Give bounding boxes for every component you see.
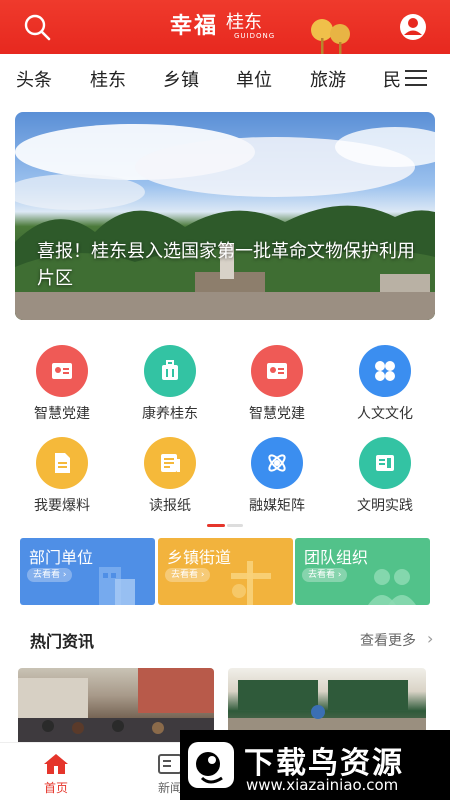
pager-dot-active bbox=[207, 524, 225, 527]
user-profile-icon[interactable] bbox=[398, 12, 428, 42]
card-title: 团队组织 bbox=[304, 548, 369, 567]
grid-label: 智慧党建 bbox=[249, 406, 305, 422]
hero-banner[interactable]: 喜报！桂东县入选国家第一批革命文物保护利用片区 bbox=[15, 112, 435, 320]
grid-item-smart-party-2[interactable]: 智慧党建 bbox=[227, 345, 327, 425]
grid-label: 融媒矩阵 bbox=[249, 498, 305, 514]
view-more-link[interactable]: 查看更多 bbox=[360, 630, 416, 650]
watermark-url: www.xiazainiao.com bbox=[246, 776, 399, 794]
channel-tabs: 头条 桂东 乡镇 单位 旅游 民 bbox=[0, 54, 450, 102]
party-building-icon bbox=[36, 345, 88, 397]
grid-item-smart-party-1[interactable]: 智慧党建 bbox=[12, 345, 112, 425]
grid-item-civilization-practice[interactable]: 文明实践 bbox=[335, 437, 435, 517]
grid-label: 文明实践 bbox=[357, 498, 413, 514]
app-header: 幸福 桂东 GUIDONG bbox=[0, 0, 450, 54]
banner-headline: 喜报！桂东县入选国家第一批革命文物保护利用片区 bbox=[37, 241, 415, 289]
trees-decoration-icon bbox=[311, 19, 350, 54]
card-go-button[interactable]: 去看看 › bbox=[165, 568, 211, 582]
card-title: 部门单位 bbox=[29, 548, 94, 567]
road-sign-icon bbox=[231, 561, 271, 605]
nav-home[interactable]: 首页 bbox=[26, 749, 86, 797]
logo-main-text: 幸福 bbox=[170, 13, 219, 39]
tab-tourism[interactable]: 旅游 bbox=[310, 66, 346, 92]
tab-headlines[interactable]: 头条 bbox=[16, 66, 52, 92]
tab-civil[interactable]: 民 bbox=[383, 66, 401, 92]
grid-label: 康养桂东 bbox=[142, 406, 198, 422]
suitcase-icon bbox=[144, 345, 196, 397]
grid-item-media-matrix[interactable]: 融媒矩阵 bbox=[227, 437, 327, 517]
document-icon bbox=[36, 437, 88, 489]
card-go-button[interactable]: 去看看 › bbox=[27, 568, 73, 582]
home-icon bbox=[44, 754, 68, 774]
card-towns-streets[interactable]: 乡镇街道 去看看 › bbox=[158, 538, 293, 605]
grid-item-read-newspaper[interactable]: 读报纸 bbox=[120, 437, 220, 517]
book-icon bbox=[359, 437, 411, 489]
card-go-button[interactable]: 去看看 › bbox=[302, 568, 348, 582]
watermark-banner: 下载鸟资源 www.xiazainiao.com bbox=[180, 730, 450, 800]
card-teams-organizations[interactable]: 团队组织 去看看 › bbox=[295, 538, 430, 605]
tab-units[interactable]: 单位 bbox=[236, 66, 272, 92]
tabs-menu-icon[interactable] bbox=[405, 70, 427, 88]
atom-icon bbox=[251, 437, 303, 489]
tab-guidong[interactable]: 桂东 bbox=[90, 66, 126, 92]
grid-item-report-news[interactable]: 我要爆料 bbox=[12, 437, 112, 517]
chevron-right-icon[interactable]: › bbox=[427, 629, 433, 648]
grid-label: 人文文化 bbox=[357, 406, 413, 422]
pager-dot-inactive bbox=[227, 524, 243, 527]
grid-label: 读报纸 bbox=[149, 498, 191, 514]
hot-news-title: 热门资讯 bbox=[30, 632, 95, 651]
search-icon[interactable] bbox=[22, 12, 52, 42]
people-icon bbox=[368, 569, 416, 605]
grid-label: 我要爆料 bbox=[34, 498, 90, 514]
grid-label: 智慧党建 bbox=[34, 406, 90, 422]
watermark-logo bbox=[188, 742, 234, 788]
building-icon bbox=[99, 567, 135, 605]
grid-item-health-guidong[interactable]: 康养桂东 bbox=[120, 345, 220, 425]
grid-pager bbox=[207, 524, 243, 528]
card-title: 乡镇街道 bbox=[167, 548, 232, 567]
bird-logo-icon bbox=[196, 752, 223, 784]
newspaper-icon bbox=[144, 437, 196, 489]
logo-en-text: GUIDONG bbox=[234, 32, 276, 40]
party-building-icon bbox=[251, 345, 303, 397]
tab-towns[interactable]: 乡镇 bbox=[163, 66, 199, 92]
clover-icon bbox=[359, 345, 411, 397]
nav-label: 首页 bbox=[43, 781, 68, 795]
logo-sub-text: 桂东 bbox=[226, 12, 262, 33]
grid-item-humanities-culture[interactable]: 人文文化 bbox=[335, 345, 435, 425]
card-departments[interactable]: 部门单位 去看看 › bbox=[20, 538, 155, 605]
